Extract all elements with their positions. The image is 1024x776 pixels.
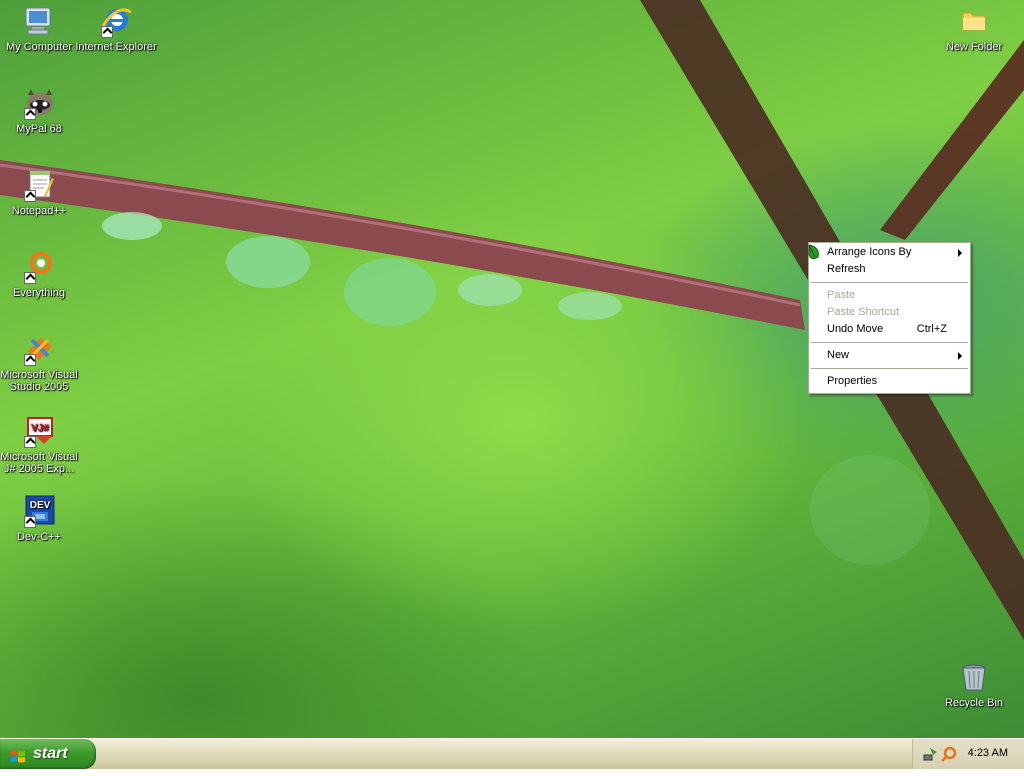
visual-jsharp-icon: VJ# [22, 414, 56, 448]
desktop-icon-label: MyPal 68 [16, 123, 62, 135]
svg-text:DEV: DEV [30, 500, 51, 511]
menu-item-label: Paste [827, 289, 856, 301]
start-label: start [33, 745, 68, 762]
menu-item-properties[interactable]: Properties [811, 373, 968, 390]
shortcut-arrow-icon [24, 354, 36, 366]
desktop-icon-label: Dev-C++ [16, 531, 62, 543]
menu-separator [811, 368, 968, 369]
shortcut-arrow-icon [24, 108, 36, 120]
shortcut-arrow-icon [24, 436, 36, 448]
visual-studio-icon [22, 332, 56, 366]
desktop-context-menu: Arrange Icons By Refresh Paste Paste Sho… [808, 242, 971, 394]
menu-item-paste-shortcut: Paste Shortcut [811, 304, 968, 321]
shortcut-arrow-icon [24, 272, 36, 284]
menu-item-label: Arrange Icons By [827, 246, 912, 258]
desktop-icon-internet-explorer[interactable]: Internet Explorer [74, 4, 158, 53]
submenu-arrow-icon [958, 352, 962, 360]
menu-separator [811, 342, 968, 343]
start-button[interactable]: start [0, 739, 96, 769]
desktop-icon-label: Microsoft Visual Studio 2005 [0, 369, 78, 393]
desktop-icon-visual-studio-2005[interactable]: Microsoft Visual Studio 2005 [0, 332, 81, 393]
menu-item-shortcut: Ctrl+Z [916, 323, 947, 335]
computer-icon [22, 4, 56, 38]
menu-item-label: Paste Shortcut [827, 306, 900, 318]
dev-cpp-icon: DEV [22, 494, 56, 528]
desktop-icon-label: Microsoft Visual J# 2005 Exp... [0, 451, 78, 475]
menu-item-refresh[interactable]: Refresh [811, 261, 968, 278]
shortcut-arrow-icon [24, 516, 36, 528]
desktop-icon-new-folder[interactable]: New Folder [932, 4, 1016, 53]
desktop-icon-my-computer[interactable]: My Computer [0, 4, 81, 53]
menu-separator [811, 282, 968, 283]
menu-item-label: Undo Move [827, 323, 884, 335]
menu-item-label: New [827, 349, 850, 361]
desktop-icon-everything[interactable]: Everything [0, 250, 81, 299]
desktop-icon-label: Notepad++ [11, 205, 67, 217]
desktop-icon-mypal[interactable]: MyPal 68 [0, 86, 81, 135]
svg-text:VJ#: VJ# [31, 423, 49, 434]
desktop-icon-label: New Folder [945, 41, 1003, 53]
internet-explorer-icon [99, 4, 133, 38]
clock[interactable]: 4:23 AM [968, 739, 1008, 768]
menu-item-paste: Paste [811, 287, 968, 304]
mypal-raccoon-icon [22, 86, 56, 120]
desktop-icon-label: Everything [13, 287, 65, 299]
menu-item-undo-move[interactable]: Undo Move Ctrl+Z [811, 321, 968, 338]
desktop-icon-label: My Computer [5, 41, 73, 53]
windows-logo-icon [10, 746, 26, 763]
menu-item-new[interactable]: New [811, 347, 968, 364]
submenu-arrow-icon [958, 249, 962, 257]
folder-icon [957, 4, 991, 38]
shortcut-arrow-icon [101, 26, 113, 38]
notepad-plus-plus-icon [22, 168, 56, 202]
desktop-icon-label: Internet Explorer [75, 41, 157, 53]
recycle-bin-icon [957, 660, 991, 694]
shortcut-arrow-icon [24, 190, 36, 202]
menu-item-label: Properties [827, 375, 878, 387]
menu-item-label: Refresh [827, 263, 866, 275]
desktop-icon-visual-jsharp-2005[interactable]: VJ# Microsoft Visual J# 2005 Exp... [0, 414, 81, 475]
desktop-icon-recycle-bin[interactable]: Recycle Bin [932, 660, 1016, 709]
everything-search-icon [22, 250, 56, 284]
desktop[interactable]: My Computer Internet Explorer MyPal 68 N… [0, 0, 1024, 738]
menu-item-arrange-icons-by[interactable]: Arrange Icons By [811, 244, 968, 261]
network-tray-icon[interactable] [923, 746, 939, 762]
desktop-icon-dev-cpp[interactable]: DEV Dev-C++ [0, 494, 81, 543]
everything-tray-icon[interactable] [941, 746, 957, 762]
desktop-icon-notepad-plus-plus[interactable]: Notepad++ [0, 168, 81, 217]
system-tray: 4:23 AM [912, 739, 1024, 769]
taskbar[interactable]: start 4:23 AM [0, 738, 1024, 769]
desktop-icon-label: Recycle Bin [944, 697, 1004, 709]
